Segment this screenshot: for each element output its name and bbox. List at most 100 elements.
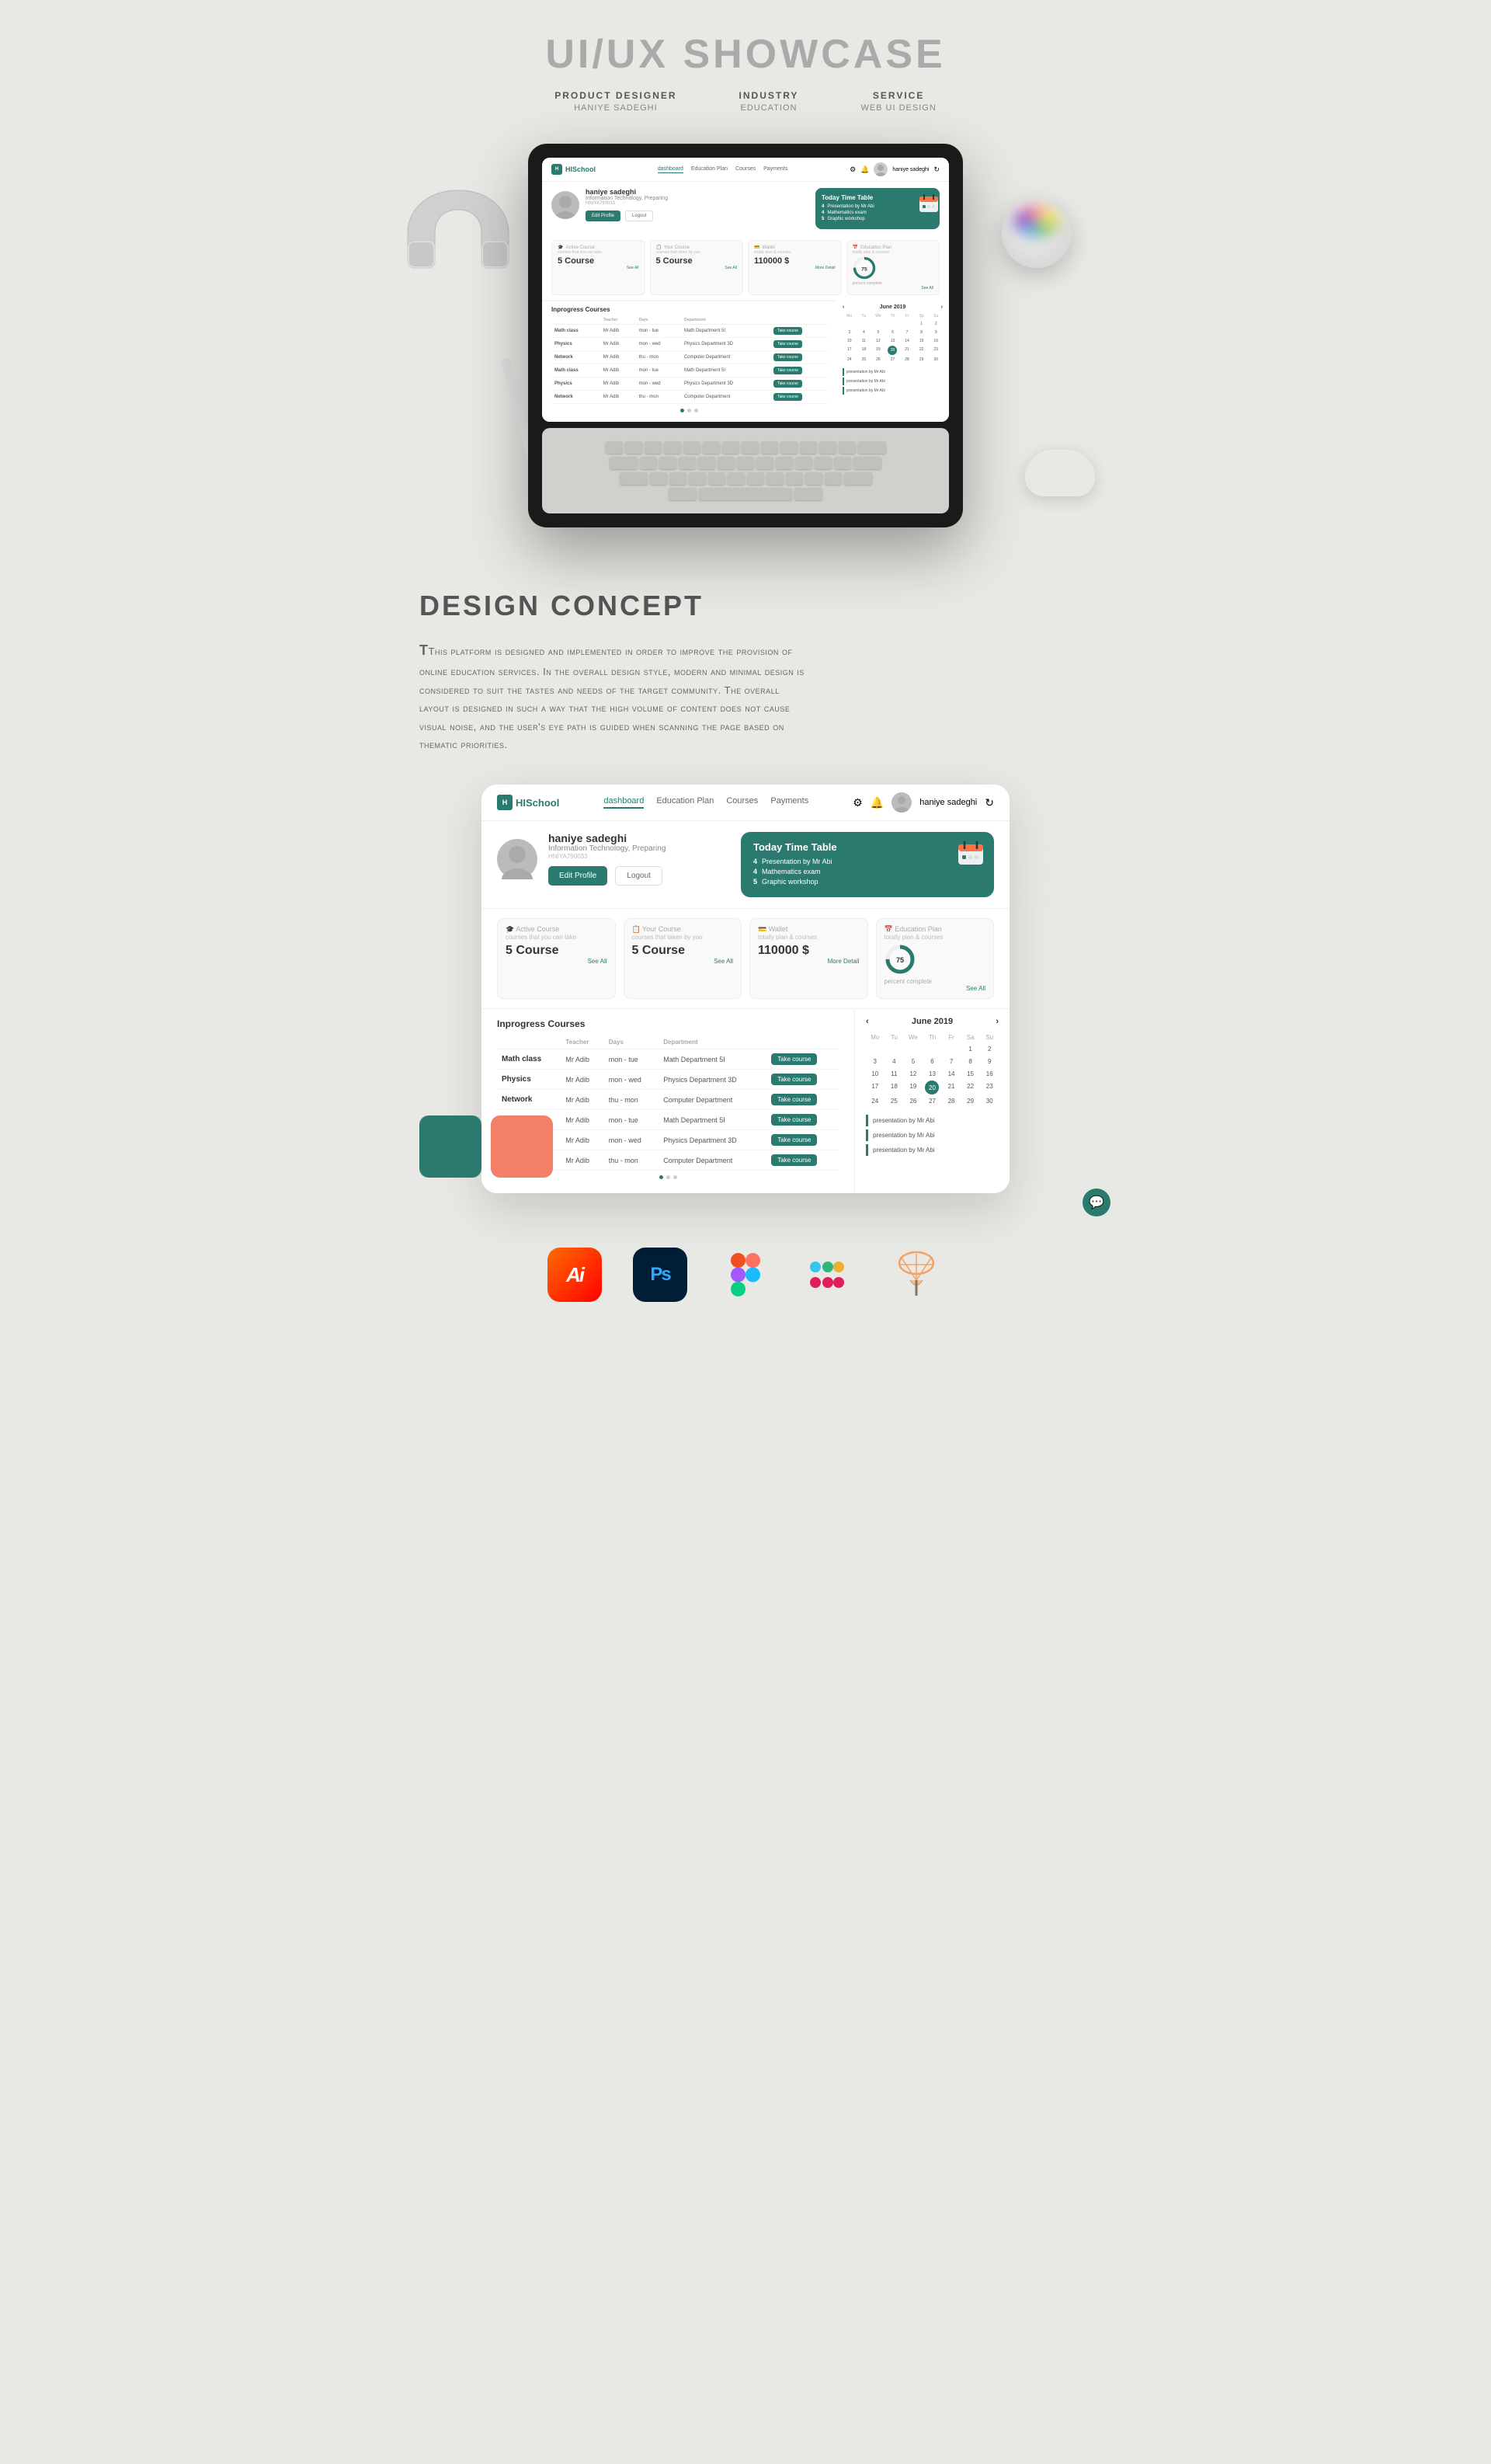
large-logout-button[interactable]: Logout [615,866,662,886]
nav-education-plan[interactable]: Education Plan [691,166,728,173]
key[interactable] [858,441,886,454]
large-calendar-day[interactable]: 6 [923,1056,942,1067]
dot-1[interactable] [680,409,684,412]
key[interactable] [795,457,812,469]
calendar-day[interactable]: 11 [857,337,871,345]
calendar-day[interactable]: 13 [886,337,900,345]
key[interactable] [794,488,822,500]
calendar-day[interactable]: 23 [929,346,943,355]
key[interactable] [698,457,715,469]
key[interactable] [708,472,725,485]
key[interactable] [640,457,657,469]
calendar-day[interactable]: 5 [871,329,885,336]
large-dot-2[interactable] [666,1175,670,1179]
calendar-day[interactable]: 21 [900,346,914,355]
large-dot-3[interactable] [673,1175,677,1179]
calendar-day[interactable]: 4 [857,329,871,336]
nav-courses[interactable]: Courses [735,166,756,173]
key[interactable] [610,457,638,469]
key[interactable] [728,472,745,485]
large-calendar-day[interactable]: 19 [904,1081,923,1095]
large-take-course-button[interactable]: Take course [771,1074,817,1085]
large-next-month[interactable]: › [996,1017,999,1026]
large-calendar-day[interactable]: 17 [866,1081,885,1095]
key[interactable] [679,457,696,469]
prev-month-icon[interactable]: ‹ [843,305,844,310]
take-course-button[interactable]: Take course [773,380,802,388]
key[interactable] [742,441,759,454]
large-calendar-day[interactable]: 16 [980,1068,999,1080]
key[interactable] [800,441,817,454]
edit-profile-button[interactable]: Edit Profile [586,211,620,221]
large-calendar-day[interactable]: 2 [980,1043,999,1055]
calendar-day[interactable]: 2 [929,320,943,328]
large-calendar-day[interactable]: 11 [885,1068,904,1080]
large-calendar-day[interactable]: 20 [925,1081,939,1095]
large-take-course-button[interactable]: Take course [771,1114,817,1126]
key[interactable] [834,457,851,469]
dot-2[interactable] [687,409,691,412]
key[interactable] [689,472,706,485]
key[interactable] [737,457,754,469]
take-course-button[interactable]: Take course [773,393,802,401]
large-bell-icon[interactable]: 🔔 [871,796,884,809]
key[interactable] [659,457,676,469]
calendar-day[interactable]: 6 [886,329,900,336]
large-calendar-day[interactable]: 26 [904,1095,923,1107]
large-nav-education[interactable]: Education Plan [656,796,714,809]
large-calendar-day[interactable]: 8 [961,1056,980,1067]
calendar-day[interactable]: 9 [929,329,943,336]
large-calendar-day[interactable]: 18 [885,1081,904,1095]
key[interactable] [776,457,793,469]
key[interactable] [819,441,836,454]
key[interactable] [664,441,681,454]
next-month-icon[interactable]: › [941,305,943,310]
key[interactable] [669,488,697,500]
take-course-button[interactable]: Take course [773,353,802,361]
calendar-day[interactable]: 15 [915,337,929,345]
large-calendar-day[interactable]: 3 [866,1056,885,1067]
key[interactable] [756,457,773,469]
key[interactable] [625,441,642,454]
calendar-day[interactable]: 20 [888,346,897,355]
calendar-day[interactable]: 29 [915,356,929,364]
large-calendar-day[interactable]: 29 [961,1095,980,1107]
key[interactable] [718,457,735,469]
large-nav-dashboard[interactable]: dashboard [603,796,644,809]
key[interactable] [805,472,822,485]
key[interactable] [786,472,803,485]
refresh-icon[interactable]: ↻ [933,165,940,174]
calendar-day[interactable]: 14 [900,337,914,345]
large-calendar-day[interactable]: 1 [961,1043,980,1055]
calendar-day[interactable]: 18 [857,346,871,355]
dot-3[interactable] [694,409,698,412]
key[interactable] [606,441,623,454]
spacebar-key[interactable] [699,488,792,500]
logout-button[interactable]: Logout [625,211,653,221]
key[interactable] [722,441,739,454]
take-course-button[interactable]: Take course [773,367,802,374]
large-calendar-day[interactable]: 28 [942,1095,961,1107]
large-prev-month[interactable]: ‹ [866,1017,869,1026]
calendar-day[interactable]: 26 [871,356,885,364]
calendar-day[interactable]: 8 [915,329,929,336]
large-calendar-day[interactable]: 25 [885,1095,904,1107]
key[interactable] [815,457,832,469]
take-course-button[interactable]: Take course [773,340,802,348]
large-nav-courses[interactable]: Courses [726,796,758,809]
nav-dashboard[interactable]: dashboard [658,166,683,173]
calendar-day[interactable]: 30 [929,356,943,364]
large-take-course-button[interactable]: Take course [771,1094,817,1105]
calendar-day[interactable]: 10 [843,337,857,345]
large-calendar-day[interactable]: 23 [980,1081,999,1095]
large-refresh-icon[interactable]: ↻ [985,796,994,809]
large-take-course-button[interactable]: Take course [771,1154,817,1166]
key[interactable] [620,472,648,485]
large-nav-payments[interactable]: Payments [770,796,808,809]
calendar-day[interactable]: 19 [871,346,885,355]
key[interactable] [669,472,686,485]
large-take-course-button[interactable]: Take course [771,1134,817,1146]
large-calendar-day[interactable]: 7 [942,1056,961,1067]
large-calendar-day[interactable]: 24 [866,1095,885,1107]
key[interactable] [825,472,842,485]
